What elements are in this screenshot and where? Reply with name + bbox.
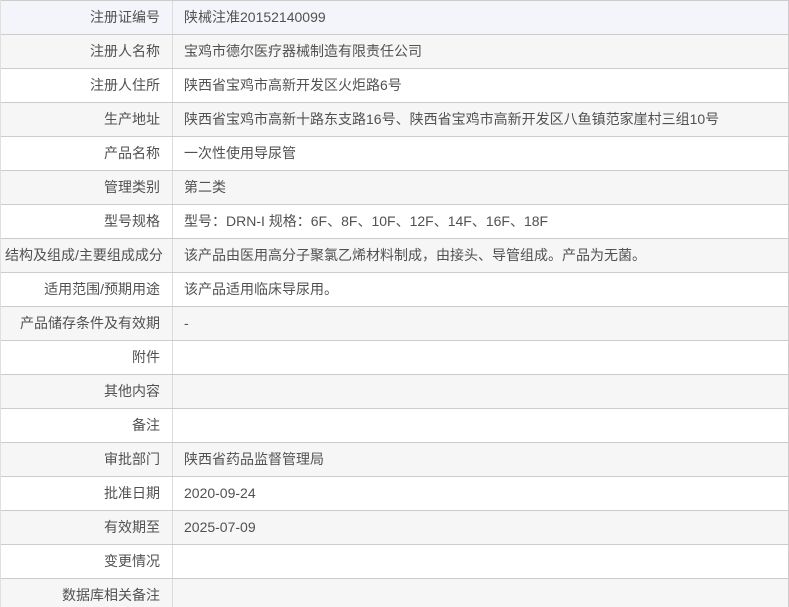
row-label: 备注 bbox=[1, 409, 173, 442]
row-value: 第二类 bbox=[184, 179, 226, 195]
row-label: 有效期至 bbox=[1, 511, 173, 544]
row-label: 注册人名称 bbox=[1, 35, 173, 68]
table-row: 变更情况 bbox=[1, 544, 788, 578]
row-label: 注册证编号 bbox=[1, 1, 173, 34]
table-row: 审批部门 陕西省药品监督管理局 bbox=[1, 442, 788, 476]
row-label: 适用范围/预期用途 bbox=[1, 273, 173, 306]
row-value: - bbox=[184, 315, 189, 331]
row-value: 该产品由医用高分子聚氯乙烯材料制成，由接头、导管组成。产品为无菌。 bbox=[184, 247, 646, 263]
table-row: 型号规格 型号：DRN-I 规格：6F、8F、10F、12F、14F、16F、1… bbox=[1, 204, 788, 238]
row-value bbox=[173, 579, 788, 607]
row-value: 2020-09-24 bbox=[184, 485, 256, 501]
row-label: 变更情况 bbox=[1, 545, 173, 578]
table-row: 产品储存条件及有效期 - bbox=[1, 306, 788, 340]
row-value: 型号：DRN-I 规格：6F、8F、10F、12F、14F、16F、18F bbox=[184, 213, 549, 229]
table-row: 注册人名称 宝鸡市德尔医疗器械制造有限责任公司 bbox=[1, 34, 788, 68]
row-value: 陕西省宝鸡市高新十路东支路16号、陕西省宝鸡市高新开发区八鱼镇范家崖村三组10号 bbox=[184, 111, 720, 127]
row-label: 其他内容 bbox=[1, 375, 173, 408]
row-label: 生产地址 bbox=[1, 103, 173, 136]
table-row: 数据库相关备注 bbox=[1, 578, 788, 607]
row-label: 型号规格 bbox=[1, 205, 173, 238]
table-row: 适用范围/预期用途 该产品适用临床导尿用。 bbox=[1, 272, 788, 306]
row-value bbox=[173, 545, 788, 578]
table-row: 生产地址 陕西省宝鸡市高新十路东支路16号、陕西省宝鸡市高新开发区八鱼镇范家崖村… bbox=[1, 102, 788, 136]
table-row: 结构及组成/主要组成成分 该产品由医用高分子聚氯乙烯材料制成，由接头、导管组成。… bbox=[1, 238, 788, 272]
row-value bbox=[173, 341, 788, 374]
row-label: 结构及组成/主要组成成分 bbox=[1, 239, 173, 272]
table-row: 注册证编号 陕械注准20152140099 bbox=[1, 0, 788, 34]
row-value: 2025-07-09 bbox=[184, 519, 256, 535]
row-value bbox=[173, 375, 788, 408]
row-label: 数据库相关备注 bbox=[1, 579, 173, 607]
registration-info-table: 注册证编号 陕械注准20152140099 注册人名称 宝鸡市德尔医疗器械制造有… bbox=[0, 0, 789, 607]
table-row: 批准日期 2020-09-24 bbox=[1, 476, 788, 510]
row-value: 陕西省宝鸡市高新开发区火炬路6号 bbox=[184, 77, 402, 93]
row-label: 注册人住所 bbox=[1, 69, 173, 102]
row-value: 该产品适用临床导尿用。 bbox=[184, 281, 338, 297]
row-label: 产品名称 bbox=[1, 137, 173, 170]
row-label: 附件 bbox=[1, 341, 173, 374]
row-value: 陕西省药品监督管理局 bbox=[184, 451, 324, 467]
table-row: 其他内容 bbox=[1, 374, 788, 408]
table-row: 有效期至 2025-07-09 bbox=[1, 510, 788, 544]
row-label: 审批部门 bbox=[1, 443, 173, 476]
row-label: 批准日期 bbox=[1, 477, 173, 510]
table-row: 备注 bbox=[1, 408, 788, 442]
row-label: 产品储存条件及有效期 bbox=[1, 307, 173, 340]
row-label: 管理类别 bbox=[1, 171, 173, 204]
table-row: 管理类别 第二类 bbox=[1, 170, 788, 204]
row-value: 陕械注准20152140099 bbox=[184, 9, 326, 25]
row-value: 一次性使用导尿管 bbox=[184, 145, 296, 161]
table-row: 附件 bbox=[1, 340, 788, 374]
row-value bbox=[173, 409, 788, 442]
table-row: 产品名称 一次性使用导尿管 bbox=[1, 136, 788, 170]
table-row: 注册人住所 陕西省宝鸡市高新开发区火炬路6号 bbox=[1, 68, 788, 102]
row-value: 宝鸡市德尔医疗器械制造有限责任公司 bbox=[184, 43, 422, 59]
